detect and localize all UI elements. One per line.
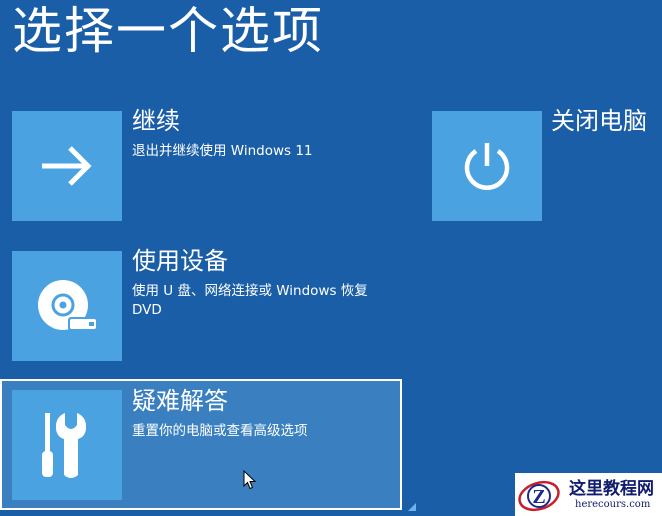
watermark-logo-icon: Z bbox=[518, 480, 560, 511]
watermark-url: herecours.com bbox=[575, 498, 651, 510]
troubleshoot-title[interactable]: 疑难解答 bbox=[132, 385, 228, 417]
disc-drive-icon bbox=[38, 280, 98, 331]
turn-off-tile[interactable] bbox=[432, 111, 542, 221]
power-icon bbox=[464, 143, 510, 190]
mouse-cursor-icon bbox=[243, 470, 257, 490]
continue-title[interactable]: 继续 bbox=[132, 105, 180, 137]
resize-corner-icon bbox=[408, 503, 416, 511]
use-device-description: 使用 U 盘、网络连接或 Windows 恢复 DVD bbox=[132, 283, 368, 318]
tools-icon bbox=[42, 413, 87, 478]
turn-off-title[interactable]: 关闭电脑 bbox=[551, 105, 647, 137]
use-device-tile[interactable] bbox=[12, 251, 122, 361]
continue-tile[interactable] bbox=[12, 111, 122, 221]
watermark: Z 这里教程网 herecours.com bbox=[515, 473, 662, 516]
watermark-logo-letter: Z bbox=[532, 486, 545, 508]
watermark-title: 这里教程网 bbox=[569, 478, 654, 499]
troubleshoot-description: 重置你的电脑或查看高级选项 bbox=[132, 423, 308, 439]
use-device-title[interactable]: 使用设备 bbox=[132, 245, 228, 277]
page-title: 选择一个选项 bbox=[12, 2, 324, 60]
continue-description: 退出并继续使用 Windows 11 bbox=[132, 143, 313, 159]
troubleshoot-tile[interactable] bbox=[12, 390, 122, 500]
arrow-right-icon bbox=[42, 146, 92, 186]
